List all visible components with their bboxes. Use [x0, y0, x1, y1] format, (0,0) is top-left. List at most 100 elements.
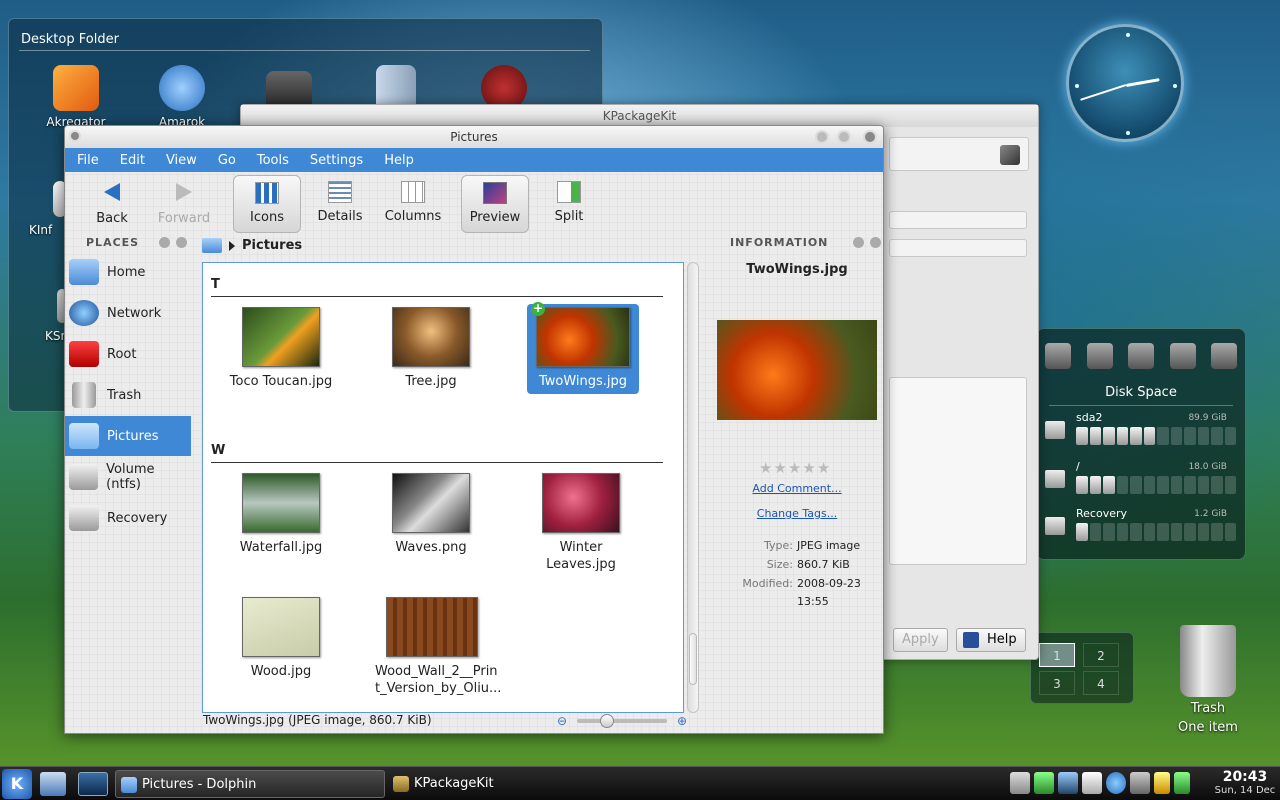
place-root[interactable]: Root [65, 334, 191, 374]
drive-size: 89.9 GiB [1188, 413, 1227, 423]
star-icon[interactable]: ★ [773, 461, 786, 476]
zoom-track[interactable] [577, 719, 667, 723]
place-network[interactable]: Network [65, 293, 191, 333]
panel-close-icon[interactable] [176, 237, 187, 248]
dolphin-titlebar[interactable]: Pictures [65, 126, 883, 148]
place-pictures[interactable]: Pictures [65, 416, 191, 456]
network-signal-icon[interactable] [1058, 772, 1078, 794]
globe-icon[interactable] [1169, 343, 1196, 369]
help-button[interactable]: Help [956, 628, 1026, 652]
star-icon[interactable]: ★ [788, 461, 801, 476]
file-icon-view[interactable]: T Toco Toucan.jpg Tree.jpg + TwoWings.jp… [202, 262, 684, 713]
close-icon[interactable] [863, 130, 877, 144]
update-notifier-icon[interactable] [1106, 772, 1126, 794]
select-plus-icon[interactable]: + [531, 302, 545, 316]
dolphin-window[interactable]: Pictures File Edit View Go Tools Setting… [64, 125, 884, 734]
kpackagekit-collapse-bar[interactable] [889, 239, 1027, 257]
forward-button[interactable]: Forward [155, 175, 213, 233]
clipboard-icon[interactable] [1082, 772, 1102, 794]
device-notifier-icon[interactable] [1130, 772, 1150, 794]
file-item[interactable]: Toco Toucan.jpg [225, 307, 337, 390]
network-icon[interactable] [1128, 343, 1154, 369]
icons-view-button[interactable]: Icons [233, 175, 301, 233]
drive-row[interactable]: / 18.0 GiB [1045, 460, 1236, 500]
place-volume-ntfs[interactable]: Volume (ntfs) [65, 457, 191, 497]
menu-settings[interactable]: Settings [310, 153, 363, 168]
drive-row[interactable]: sda2 89.9 GiB [1045, 411, 1236, 451]
power-icon[interactable] [1154, 772, 1170, 794]
task-dolphin[interactable]: Pictures - Dolphin [115, 770, 385, 798]
details-view-button[interactable]: Details [311, 175, 369, 233]
panel-float-icon[interactable] [853, 237, 864, 248]
task-kpackagekit[interactable]: KPackageKit [388, 770, 658, 798]
file-item[interactable]: Tree.jpg [375, 307, 487, 390]
preview-button[interactable]: Preview [461, 175, 529, 233]
menu-go[interactable]: Go [218, 153, 236, 168]
breadcrumb-item-pictures[interactable]: Pictures [242, 238, 302, 253]
panel-float-icon[interactable] [159, 237, 170, 248]
back-button[interactable]: Back [85, 175, 139, 233]
drive-size: 1.2 GiB [1194, 509, 1227, 519]
apply-button[interactable]: Apply [893, 628, 948, 652]
pager-desktop-3[interactable]: 3 [1039, 671, 1075, 695]
battery-icon[interactable] [1034, 772, 1054, 794]
battery-level-icon[interactable] [1174, 772, 1190, 794]
file-item-selected[interactable]: + TwoWings.jpg [527, 302, 639, 394]
place-trash[interactable]: Trash [65, 375, 191, 415]
taskbar-clock-date[interactable]: Sun, 14 Dec [1210, 785, 1280, 796]
harddisk-icon[interactable] [1211, 343, 1237, 369]
kde-menu-button[interactable]: K [2, 769, 32, 799]
file-item[interactable]: Waterfall.jpg [225, 473, 337, 556]
menu-help[interactable]: Help [384, 153, 414, 168]
usage-segment [1130, 476, 1142, 494]
columns-view-button[interactable]: Columns [381, 175, 445, 233]
show-desktop-icon[interactable] [78, 772, 108, 796]
cpu-icon[interactable] [1045, 343, 1071, 369]
file-item[interactable]: Wood.jpg [225, 597, 337, 680]
window-menu-icon[interactable] [69, 130, 81, 142]
file-item[interactable]: Waves.png [375, 473, 487, 556]
minimize-icon[interactable] [815, 130, 829, 144]
back-arrow-icon [104, 183, 120, 201]
star-icon[interactable]: ★ [759, 461, 772, 476]
file-item[interactable]: Winter Leaves.jpg [525, 473, 637, 573]
desktop-icon-kinfo[interactable]: KInf [29, 181, 69, 237]
drive-icon [1045, 517, 1065, 535]
scrollbar-thumb[interactable] [689, 633, 697, 685]
pager-desktop-4[interactable]: 4 [1083, 671, 1119, 695]
place-home[interactable]: Home [65, 252, 191, 292]
zoom-handle[interactable] [599, 714, 614, 728]
star-icon[interactable]: ★ [802, 461, 815, 476]
kpackagekit-filter-combo[interactable] [889, 211, 1027, 229]
volume-icon[interactable] [1010, 772, 1030, 794]
file-view-scrollbar[interactable] [687, 262, 699, 713]
pager-desktop-1[interactable]: 1 [1039, 643, 1075, 667]
desktop-icon-amarok[interactable]: Amarok [147, 65, 217, 129]
taskbar-clock-time[interactable]: 20:43 [1214, 769, 1276, 785]
menu-tools[interactable]: Tools [257, 153, 289, 168]
change-tags-link[interactable]: Change Tags... [709, 507, 883, 520]
menu-view[interactable]: View [166, 153, 197, 168]
breadcrumb-arrow-icon[interactable] [229, 240, 235, 251]
file-item[interactable]: Wood_Wall_2__Prin t_Version_by_Oliu... [375, 597, 501, 697]
maximize-icon[interactable] [837, 130, 851, 144]
desktop-icon-akregator[interactable]: Akregator [41, 65, 111, 129]
pager-desktop-2[interactable]: 2 [1083, 643, 1119, 667]
star-icon[interactable]: ★ [817, 461, 830, 476]
place-recovery[interactable]: Recovery [65, 498, 191, 538]
desktop-trash[interactable]: Trash One item [1160, 625, 1256, 737]
rating-stars[interactable]: ★ ★ ★ ★ ★ [759, 461, 830, 476]
split-button[interactable]: Split [543, 175, 595, 233]
add-comment-link[interactable]: Add Comment... [709, 482, 883, 495]
panel-close-icon[interactable] [870, 237, 881, 248]
settings-wrench-icon[interactable] [1000, 145, 1020, 165]
zoom-out-icon[interactable]: ⊖ [557, 714, 567, 728]
memory-icon[interactable] [1086, 343, 1113, 369]
file-manager-launcher-icon[interactable] [40, 772, 66, 796]
kpackagekit-titlebar[interactable]: KPackageKit [241, 105, 1038, 127]
menu-edit[interactable]: Edit [120, 153, 145, 168]
menu-file[interactable]: File [77, 153, 99, 168]
zoom-in-icon[interactable]: ⊕ [677, 714, 687, 728]
zoom-slider[interactable]: ⊖ ⊕ [557, 714, 687, 728]
drive-row[interactable]: Recovery 1.2 GiB [1045, 507, 1236, 547]
